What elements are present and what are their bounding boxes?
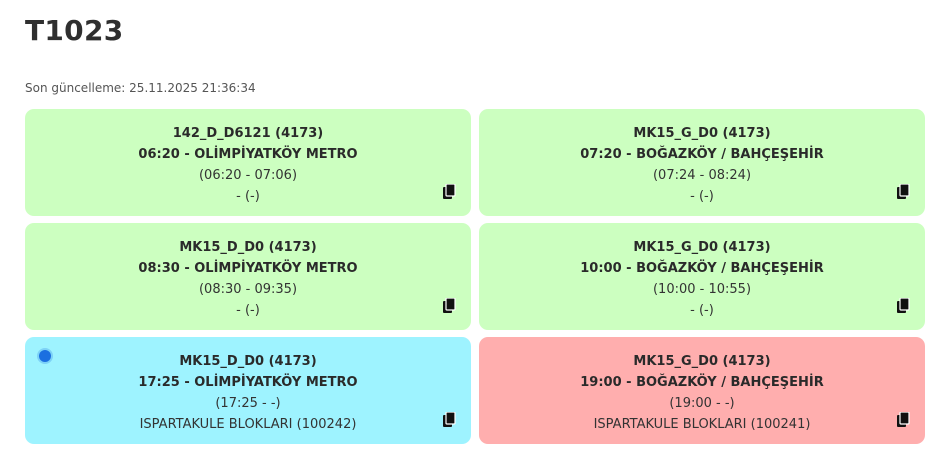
trip-times: (08:30 - 09:35) [198, 282, 298, 297]
trip-code: MK15_D_D0 (4173) [179, 354, 317, 369]
trip-vehicle: - (-) [236, 303, 260, 318]
trip-code: 142_D_D6121 (4173) [172, 126, 324, 141]
trip-card-grid: 142_D_D6121 (4173) 06:20 - OLİMPİYATKÖY … [25, 109, 925, 444]
trip-vehicle: - (-) [690, 303, 714, 318]
trip-times: (06:20 - 07:06) [198, 168, 298, 183]
trip-card[interactable]: MK15_D_D0 (4173) 17:25 - OLİMPİYATKÖY ME… [25, 337, 471, 444]
trip-vehicle: ISPARTAKULE BLOKLARI (100242) [139, 417, 357, 432]
copy-icon[interactable] [897, 298, 911, 314]
copy-icon[interactable] [897, 412, 911, 428]
trip-route: 10:00 - BOĞAZKÖY / BAHÇEŞEHİR [580, 261, 824, 276]
trip-code: MK15_G_D0 (4173) [633, 354, 771, 369]
page-title: T1023 [25, 14, 124, 47]
trip-times: (10:00 - 10:55) [652, 282, 752, 297]
copy-icon[interactable] [443, 412, 457, 428]
trip-vehicle: - (-) [690, 189, 714, 204]
trip-route: 06:20 - OLİMPİYATKÖY METRO [138, 147, 358, 162]
copy-icon[interactable] [443, 184, 457, 200]
trip-card[interactable]: 142_D_D6121 (4173) 06:20 - OLİMPİYATKÖY … [25, 109, 471, 216]
copy-icon[interactable] [897, 184, 911, 200]
trip-card[interactable]: MK15_G_D0 (4173) 19:00 - BOĞAZKÖY / BAHÇ… [479, 337, 925, 444]
trip-code: MK15_G_D0 (4173) [633, 126, 771, 141]
last-update-text: Son güncelleme: 25.11.2025 21:36:34 [25, 81, 256, 95]
trip-card[interactable]: MK15_D_D0 (4173) 08:30 - OLİMPİYATKÖY ME… [25, 223, 471, 330]
trip-route: 07:20 - BOĞAZKÖY / BAHÇEŞEHİR [580, 147, 824, 162]
status-dot-icon [39, 350, 51, 362]
trip-code: MK15_G_D0 (4173) [633, 240, 771, 255]
trip-route: 08:30 - OLİMPİYATKÖY METRO [138, 261, 358, 276]
trip-route: 17:25 - OLİMPİYATKÖY METRO [138, 375, 358, 390]
trip-times: (17:25 - -) [215, 396, 281, 411]
trip-code: MK15_D_D0 (4173) [179, 240, 317, 255]
copy-icon[interactable] [443, 298, 457, 314]
trip-times: (19:00 - -) [669, 396, 735, 411]
trip-route: 19:00 - BOĞAZKÖY / BAHÇEŞEHİR [580, 375, 824, 390]
trip-times: (07:24 - 08:24) [652, 168, 752, 183]
trip-card[interactable]: MK15_G_D0 (4173) 10:00 - BOĞAZKÖY / BAHÇ… [479, 223, 925, 330]
trip-vehicle: ISPARTAKULE BLOKLARI (100241) [593, 417, 811, 432]
trip-vehicle: - (-) [236, 189, 260, 204]
trip-card[interactable]: MK15_G_D0 (4173) 07:20 - BOĞAZKÖY / BAHÇ… [479, 109, 925, 216]
